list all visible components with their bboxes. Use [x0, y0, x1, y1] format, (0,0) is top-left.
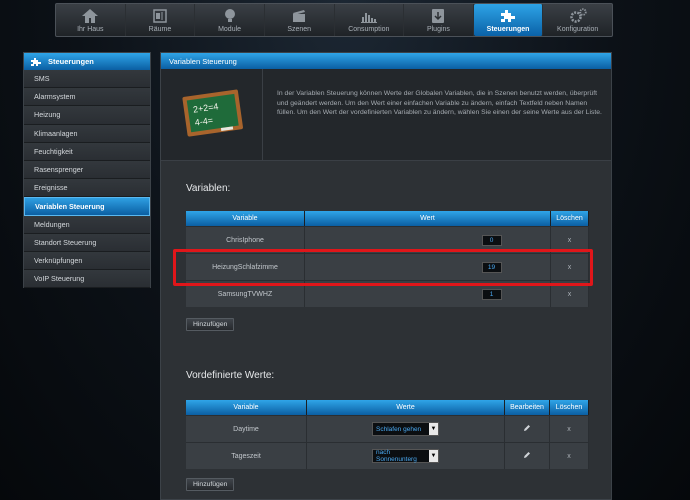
tab-module[interactable]: Module	[195, 4, 265, 36]
value-input[interactable]: 1	[481, 288, 502, 300]
sidebar-item-heizung[interactable]: Heizung	[24, 106, 150, 125]
panel-title: Variablen Steuerung	[161, 53, 611, 69]
tab-label: Module	[218, 26, 242, 33]
sidebar-item-alarmsystem[interactable]: Alarmsystem	[24, 88, 150, 107]
table-row: Tageszeit nach Sonnenunterg ▼ x	[186, 442, 589, 469]
variables-title: Variablen:	[186, 183, 231, 194]
table-row: ChrisIphone 0 x	[186, 226, 589, 253]
pencil-icon[interactable]	[523, 424, 531, 432]
table-row: SamsungTVWHZ 1 x	[186, 280, 589, 307]
tab-label: Steuerungen	[486, 26, 530, 33]
table-row: HeizungSchlafzimme 19 x	[186, 253, 589, 280]
puzzle-icon	[31, 57, 41, 66]
add-variable-button[interactable]: Hinzufügen	[186, 318, 235, 331]
variable-name: ChrisIphone	[186, 226, 305, 253]
sidebar-item-label: Standort Steuerung	[34, 237, 97, 247]
tab-label: Plugins	[426, 26, 450, 33]
col-loeschen: Löschen	[550, 400, 589, 415]
sidebar-item-sms[interactable]: SMS	[24, 70, 150, 89]
sidebar-item-label: Variablen Steuerung	[35, 201, 105, 211]
col-bearbeiten: Bearbeiten	[505, 400, 550, 415]
sidebar-item-feuchtigkeit[interactable]: Feuchtigkeit	[24, 142, 150, 161]
sidebar-item-meldungen[interactable]: Meldungen	[24, 215, 150, 234]
sidebar-item-rasensprenger[interactable]: Rasensprenger	[24, 160, 150, 180]
gears-icon	[568, 8, 588, 24]
tab-steuerungen[interactable]: Steuerungen	[473, 4, 544, 36]
col-wert: Wert	[305, 211, 551, 226]
selected-value: Schlafen gehen	[376, 425, 422, 433]
divider	[262, 69, 263, 161]
add-predefined-button[interactable]: Hinzufügen	[186, 478, 235, 491]
sidebar-item-label: Ereignisse	[34, 183, 68, 193]
sidebar-item-variablen-steuerung[interactable]: Variablen Steuerung	[24, 197, 150, 216]
main-panel: Variablen Steuerung 2+2=4 4-4= In der Va…	[160, 52, 612, 500]
sidebar-item-label: Rasensprenger	[34, 165, 84, 175]
tab-szenen[interactable]: Szenen	[265, 4, 335, 36]
sidebar-header: Steuerungen	[24, 53, 150, 70]
variable-name: HeizungSchlafzimme	[186, 253, 305, 280]
variables-table: Variable Wert Löschen ChrisIphone 0 x He…	[186, 211, 589, 307]
top-navigation: Ihr Haus Räume Module Szenen Consumption…	[55, 3, 613, 37]
table-row: Daytime Schlafen gehen ▼ x	[186, 415, 589, 442]
tab-ihr-haus[interactable]: Ihr Haus	[56, 4, 126, 36]
sidebar-item-voip-steuerung[interactable]: VoIP Steuerung	[24, 270, 150, 289]
sidebar-item-label: Alarmsystem	[34, 92, 76, 102]
col-variable: Variable	[186, 211, 305, 226]
delete-button[interactable]: x	[568, 291, 572, 298]
variable-name: Tageszeit	[186, 442, 307, 469]
variable-name: SamsungTVWHZ	[186, 280, 305, 307]
delete-button[interactable]: x	[567, 426, 571, 433]
chalkboard-icon: 2+2=4 4-4=	[182, 89, 243, 137]
chevron-down-icon: ▼	[429, 450, 438, 462]
sidebar-item-label: SMS	[34, 74, 50, 84]
value-input[interactable]: 0	[481, 234, 502, 246]
tab-consumption[interactable]: Consumption	[335, 4, 405, 36]
sidebar-item-ereignisse[interactable]: Ereignisse	[24, 179, 150, 198]
col-loeschen: Löschen	[551, 211, 589, 226]
selected-value: nach Sonnenunterg	[376, 449, 417, 463]
col-werte: Werte	[307, 400, 505, 415]
bulb-icon	[220, 8, 240, 24]
tab-label: Ihr Haus	[77, 26, 104, 33]
clapper-icon	[289, 8, 309, 24]
sidebar-item-label: Klimaanlagen	[34, 128, 78, 138]
value-input[interactable]: 19	[481, 261, 502, 273]
rooms-icon	[150, 8, 170, 24]
sidebar-item-label: Feuchtigkeit	[34, 146, 73, 156]
download-icon	[428, 8, 448, 24]
sidebar-item-label: Meldungen	[34, 219, 70, 229]
tab-label: Consumption	[348, 26, 390, 33]
tab-label: Konfiguration	[557, 26, 599, 33]
tab-raeume[interactable]: Räume	[126, 4, 196, 36]
chart-icon	[359, 8, 379, 24]
sidebar-item-klimaanlagen[interactable]: Klimaanlagen	[24, 124, 150, 143]
sidebar-item-verknuepfungen[interactable]: Verknüpfungen	[24, 251, 150, 271]
tab-label: Szenen	[287, 26, 312, 33]
col-variable: Variable	[186, 400, 307, 415]
pencil-icon[interactable]	[523, 451, 531, 459]
sidebar-title: Steuerungen	[48, 57, 94, 66]
value-select[interactable]: Schlafen gehen ▼	[372, 422, 439, 436]
delete-button[interactable]: x	[568, 237, 572, 244]
sidebar: Steuerungen SMS Alarmsystem Heizung Klim…	[23, 52, 151, 289]
delete-button[interactable]: x	[567, 453, 571, 460]
sidebar-item-label: VoIP Steuerung	[34, 274, 85, 284]
value-select[interactable]: nach Sonnenunterg ▼	[372, 449, 439, 463]
sidebar-item-standort-steuerung[interactable]: Standort Steuerung	[24, 233, 150, 252]
variable-name: Daytime	[186, 415, 307, 442]
chevron-down-icon: ▼	[429, 423, 438, 435]
sidebar-item-label: Verknüpfungen	[34, 255, 83, 265]
delete-button[interactable]: x	[568, 264, 572, 271]
sidebar-item-label: Heizung	[34, 110, 61, 120]
tab-konfiguration[interactable]: Konfiguration	[543, 4, 612, 36]
tab-plugins[interactable]: Plugins	[404, 4, 474, 36]
home-icon	[80, 8, 100, 24]
predefined-table: Variable Werte Bearbeiten Löschen Daytim…	[186, 400, 589, 469]
intro-section: 2+2=4 4-4= In der Variablen Steuerung kö…	[161, 69, 611, 161]
predefined-title: Vordefinierte Werte:	[186, 370, 275, 381]
intro-text: In der Variablen Steuerung können Werte …	[277, 90, 602, 116]
puzzle-icon	[498, 8, 518, 24]
tab-label: Räume	[148, 26, 172, 33]
